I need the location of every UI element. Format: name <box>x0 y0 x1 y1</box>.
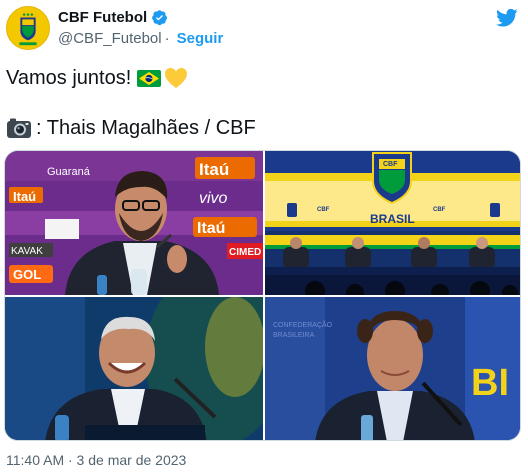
photo-speaker-glasses[interactable]: Itaú Itaú vivo Itaú KAVAK GOL CIMED Guar… <box>5 151 263 295</box>
tweet-line-2-text: : Thais Magalhães / CBF <box>36 117 256 139</box>
author-handle[interactable]: @CBF_Futebol <box>58 30 162 47</box>
author-name-row: CBF Futebol <box>58 9 168 26</box>
svg-text:KAVAK: KAVAK <box>11 246 43 257</box>
tweet-line-1-text: Vamos juntos! <box>6 67 132 89</box>
svg-text:CBF: CBF <box>433 207 446 213</box>
svg-text:CONFEDERAÇÃO: CONFEDERAÇÃO <box>273 320 333 329</box>
media-grid: Itaú Itaú vivo Itaú KAVAK GOL CIMED Guar… <box>4 150 521 441</box>
svg-text:Itaú: Itaú <box>199 160 229 179</box>
cbf-crest-icon <box>7 7 49 49</box>
author-handle-row: @CBF_Futebol · Seguir <box>58 30 223 47</box>
svg-text:CBF: CBF <box>317 207 330 213</box>
author-avatar[interactable] <box>6 6 50 50</box>
follow-button[interactable]: Seguir <box>177 30 224 47</box>
svg-text:CBF: CBF <box>383 161 398 168</box>
press-conference-image: CBF BRASIL CBF CBF <box>265 151 520 295</box>
tweet-timestamp[interactable]: 11:40 AM · 3 de mar de 2023 <box>6 452 186 468</box>
tweet-line-1: Vamos juntos! <box>6 66 256 90</box>
svg-text:GOL: GOL <box>13 267 41 282</box>
svg-text:BI: BI <box>471 362 509 404</box>
photo-man-microphone[interactable]: BI CONFEDERAÇÃO BRASILEIRA <box>265 297 520 440</box>
svg-text:vivo: vivo <box>199 190 228 207</box>
photo-press-conference[interactable]: CBF BRASIL CBF CBF <box>265 151 520 295</box>
svg-text:BRASIL: BRASIL <box>370 212 415 226</box>
svg-text:Itaú: Itaú <box>13 189 36 204</box>
photo-smiling-official[interactable] <box>5 297 263 440</box>
handle-separator: · <box>164 30 170 47</box>
tweet-card: CBF Futebol @CBF_Futebol · Seguir Vamos … <box>0 0 528 473</box>
speaker-glasses-image: Itaú Itaú vivo Itaú KAVAK GOL CIMED Guar… <box>5 151 263 295</box>
svg-text:Guaraná: Guaraná <box>47 166 91 178</box>
twitter-bird-icon[interactable] <box>496 8 518 28</box>
verified-badge-icon <box>152 10 168 26</box>
brazil-flag-icon <box>137 69 162 87</box>
man-microphone-image: BI CONFEDERAÇÃO BRASILEIRA <box>265 297 520 440</box>
tweet-line-2: : Thais Magalhães / CBF <box>6 116 256 140</box>
camera-icon <box>7 118 31 138</box>
tweet-text: Vamos juntos! : Thais Magalhães / CBF <box>6 66 256 140</box>
smiling-official-image <box>5 297 263 440</box>
svg-text:CIMED: CIMED <box>229 247 261 258</box>
svg-text:Itaú: Itaú <box>197 220 225 237</box>
yellow-heart-icon <box>165 68 188 88</box>
svg-text:BRASILEIRA: BRASILEIRA <box>273 332 315 339</box>
author-display-name[interactable]: CBF Futebol <box>58 9 147 26</box>
